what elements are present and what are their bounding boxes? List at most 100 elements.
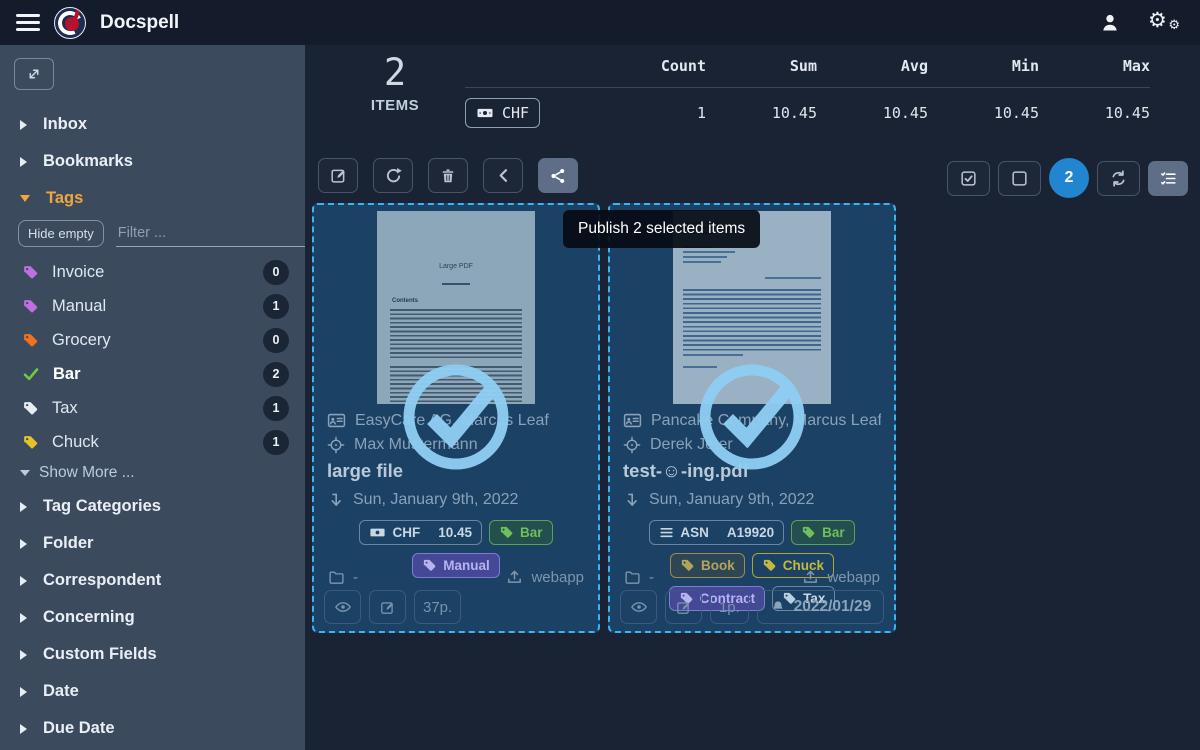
publish-tooltip: Publish 2 selected items [563, 210, 760, 248]
chevron-down-icon [20, 470, 30, 476]
address-card-icon [623, 411, 642, 430]
tag-item-tax[interactable]: Tax 1 [14, 391, 293, 425]
main-content: 2 ITEMS Count Sum Avg Min Max CHF 1 [305, 45, 1200, 750]
share-button[interactable] [538, 158, 578, 193]
edit-selected-button[interactable] [318, 158, 358, 193]
currency-stats-table: Count Sum Avg Min Max CHF 1 10.45 10.45 … [465, 57, 1150, 128]
sidebar-item-date[interactable]: Date [14, 673, 293, 710]
tag-icon [22, 264, 39, 281]
show-more-link[interactable]: Show More ... [14, 459, 293, 488]
money-icon [369, 524, 386, 541]
tag-badge: Bar [791, 520, 855, 545]
app-title: Docspell [100, 12, 179, 34]
settings-gears-icon[interactable]: ⚙⚙ [1148, 10, 1178, 36]
sidebar-item-tag-categories[interactable]: Tag Categories [14, 488, 293, 525]
select-all-button[interactable] [947, 161, 990, 196]
tag-item-bar[interactable]: Bar 2 [14, 357, 293, 391]
sidebar-item-custom-fields[interactable]: Custom Fields [14, 636, 293, 673]
caret-right-icon [20, 650, 27, 660]
sidebar-item-inbox[interactable]: Inbox [14, 106, 293, 143]
column-header: Max [1039, 57, 1150, 75]
tag-icon [499, 525, 514, 540]
asn-badge: ASN A19920 [649, 520, 784, 545]
tag-badge: Bar [489, 520, 553, 545]
edit-item-button[interactable] [665, 590, 702, 624]
sidebar-item-correspondent[interactable]: Correspondent [14, 562, 293, 599]
column-header: Min [928, 57, 1039, 75]
caret-right-icon [20, 613, 27, 623]
sidebar-item-tags[interactable]: Tags [14, 180, 293, 217]
source-value: webapp [531, 569, 584, 586]
crosshair-icon [623, 436, 641, 454]
page-count-badge: 1p. [710, 590, 749, 624]
address-card-icon [327, 411, 346, 430]
edit-item-button[interactable] [369, 590, 406, 624]
item-card[interactable]: Pancake Company, Marcus Leaf Derek Jeter… [608, 203, 896, 633]
bars-icon [659, 525, 674, 540]
preview-doc-title: Large PDF [377, 263, 535, 270]
caret-right-icon [20, 157, 27, 167]
tag-count-badge: 1 [263, 396, 289, 421]
sidebar-item-folder[interactable]: Folder [14, 525, 293, 562]
tag-filter-input[interactable] [116, 222, 305, 244]
tag-count-badge: 0 [263, 260, 289, 285]
check-icon [22, 365, 40, 383]
tag-count-badge: 2 [263, 362, 289, 387]
folder-icon [624, 569, 641, 586]
sidebar-item-due-date[interactable]: Due Date [14, 710, 293, 747]
tag-item-grocery[interactable]: Grocery 0 [14, 323, 293, 357]
table-row: CHF 1 10.45 10.45 10.45 10.45 [465, 98, 1150, 128]
item-date-row: Sun, January 9th, 2022 [623, 491, 881, 509]
preview-doc-heading: Contents [392, 298, 535, 304]
caret-down-icon [20, 195, 30, 202]
caret-right-icon [20, 502, 27, 512]
selection-count-badge: 2 [1049, 158, 1089, 198]
tag-filter [116, 222, 305, 247]
list-view-toggle-button[interactable] [1148, 161, 1188, 196]
item-date-row: Sun, January 9th, 2022 [327, 491, 585, 509]
deselect-all-button[interactable] [998, 161, 1041, 196]
tag-count-badge: 1 [263, 294, 289, 319]
preview-eye-button[interactable] [324, 590, 361, 624]
tag-item-invoice[interactable]: Invoice 0 [14, 255, 293, 289]
expand-sidebar-button[interactable] [14, 58, 54, 90]
column-header: Count [595, 57, 706, 75]
crosshair-icon [327, 436, 345, 454]
column-header: Sum [706, 57, 817, 75]
invert-selection-button[interactable] [1097, 161, 1140, 196]
tag-icon [22, 400, 39, 417]
delete-button[interactable] [428, 158, 468, 193]
sidebar-item-bookmarks[interactable]: Bookmarks [14, 143, 293, 180]
restore-button[interactable] [373, 158, 413, 193]
arrow-down-icon [623, 492, 640, 509]
caret-right-icon [20, 539, 27, 549]
selected-check-icon [692, 357, 812, 477]
hide-empty-button[interactable]: Hide empty [18, 220, 104, 247]
preview-eye-button[interactable] [620, 590, 657, 624]
caret-right-icon [20, 687, 27, 697]
tag-icon [801, 525, 816, 540]
sidebar: Inbox Bookmarks Tags Hide empty Invoice … [0, 45, 305, 750]
item-count: 2 [362, 52, 428, 95]
tag-count-badge: 0 [263, 328, 289, 353]
currency-badge: CHF [465, 98, 540, 128]
due-date-badge: 2022/01/29 [757, 590, 884, 624]
page-count-badge: 37p. [414, 590, 461, 624]
money-icon [476, 104, 494, 122]
amount-badge: CHF 10.45 [359, 520, 482, 545]
item-card[interactable]: Large PDF Contents EasyCare AG, Marcus L… [312, 203, 600, 633]
folder-value: - [353, 569, 358, 586]
sidebar-item-concerning[interactable]: Concerning [14, 599, 293, 636]
tag-item-chuck[interactable]: Chuck 1 [14, 425, 293, 459]
user-icon[interactable] [1098, 11, 1122, 35]
column-header: Avg [817, 57, 928, 75]
top-navbar: Docspell ⚙⚙ [0, 0, 1200, 45]
caret-right-icon [20, 724, 27, 734]
items-label: ITEMS [362, 97, 428, 114]
back-button[interactable] [483, 158, 523, 193]
tag-item-manual[interactable]: Manual 1 [14, 289, 293, 323]
tag-icon [22, 298, 39, 315]
upload-icon [802, 569, 819, 586]
menu-icon[interactable] [16, 10, 40, 35]
caret-right-icon [20, 576, 27, 586]
